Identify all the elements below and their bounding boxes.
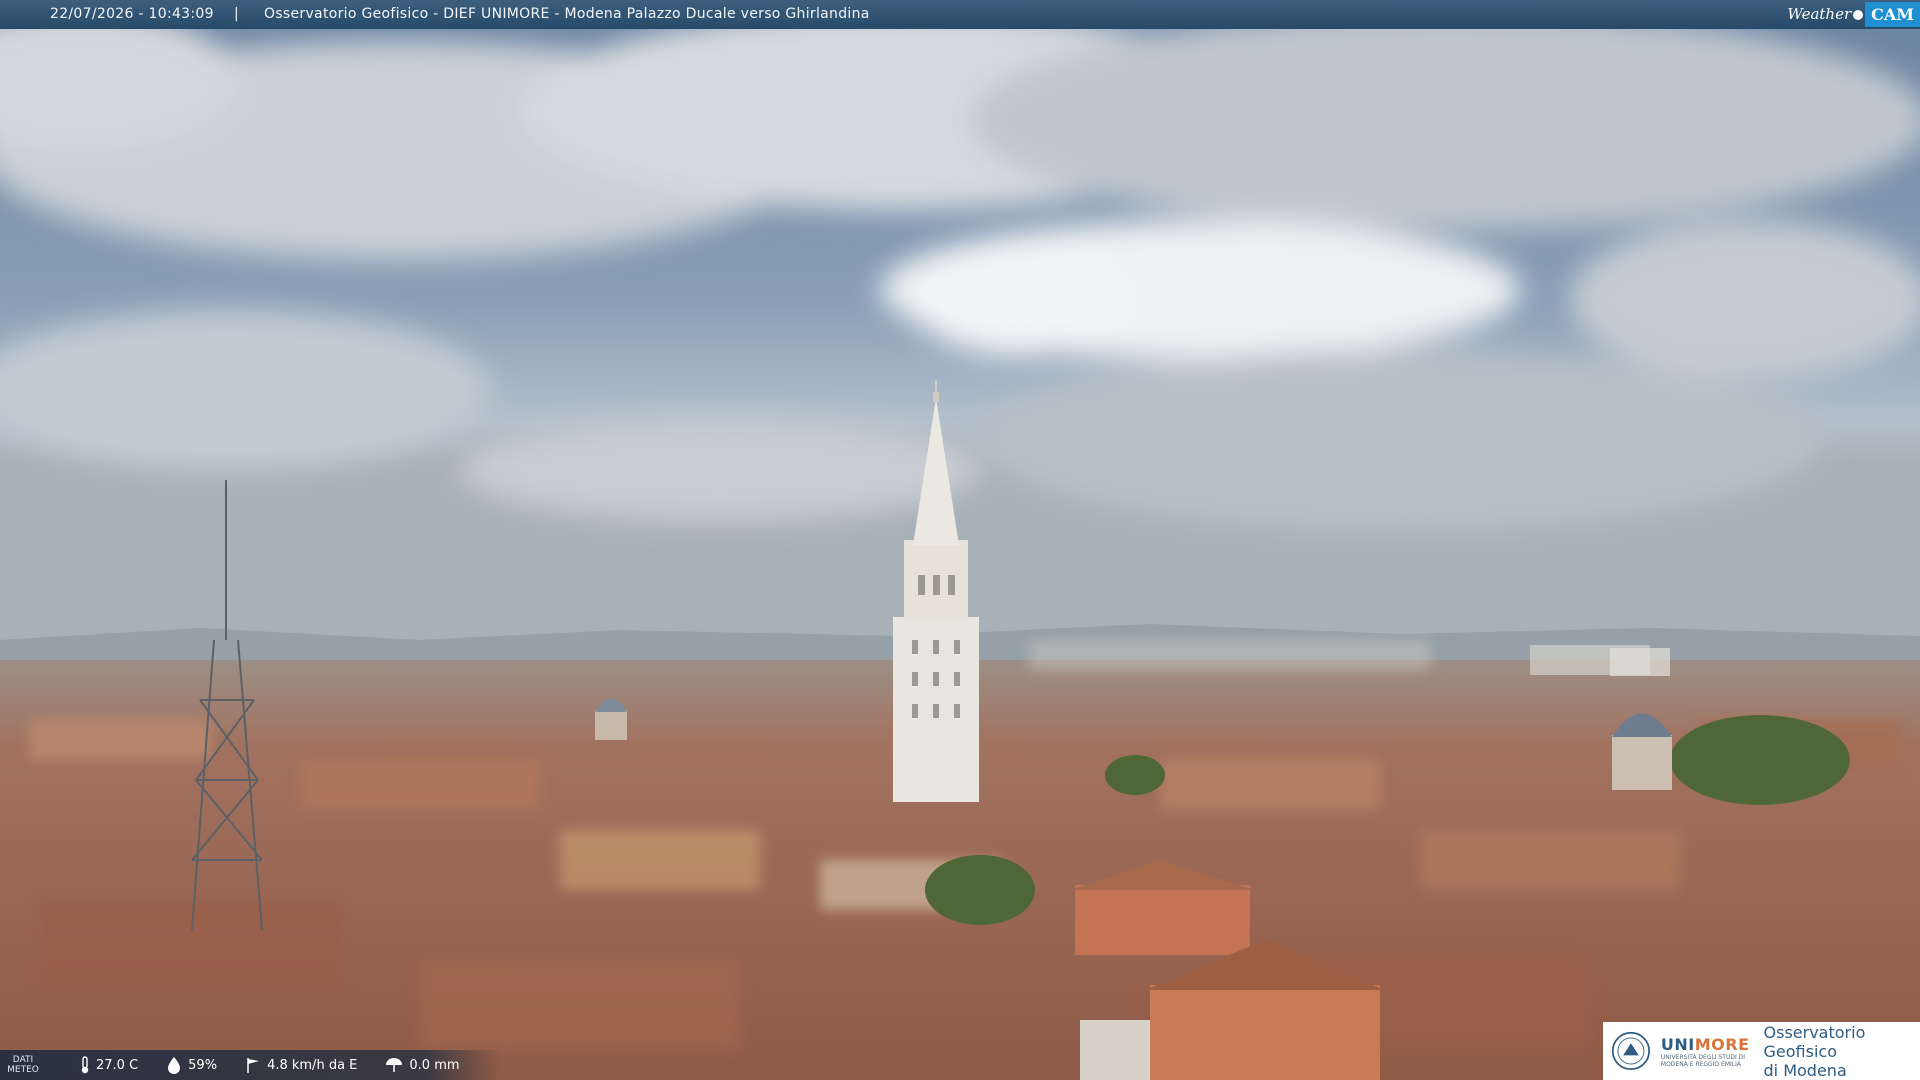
thermometer-icon: [81, 1056, 89, 1074]
wind-value: 4.8 km/h da E: [267, 1057, 358, 1073]
wind-icon: [247, 1058, 260, 1073]
webcam-scene: [0, 0, 1920, 1080]
uni-prefix: UNI: [1660, 1034, 1695, 1054]
top-info-bar: 22/07/2026 - 10:43:09 | Osservatorio Geo…: [0, 0, 1920, 29]
unimore-name: UNIMORE UNIVERSITÀ DEGLI STUDI DI MODENA…: [1661, 1035, 1750, 1068]
rain-icon: [386, 1058, 403, 1072]
rain-readout: 0.0 mm: [385, 1056, 460, 1074]
uni-suffix: MORE: [1694, 1034, 1750, 1054]
temperature-value: 27.0 C: [96, 1057, 139, 1073]
dati-meteo-label: DATI METEO: [7, 1055, 39, 1075]
timestamp: 22/07/2026 - 10:43:09: [50, 6, 214, 22]
separator: |: [234, 6, 239, 22]
humidity-icon: [168, 1057, 181, 1074]
brand-cam: CAM: [1865, 2, 1920, 27]
weathercam-logo: Weather CAM: [1787, 0, 1920, 29]
humidity-readout: 59%: [166, 1056, 217, 1074]
uni-subtitle-1: UNIVERSITÀ DEGLI STUDI DI: [1660, 1053, 1746, 1061]
rain-value: 0.0 mm: [409, 1057, 460, 1073]
camera-title: Osservatorio Geofisico - DIEF UNIMORE - …: [264, 6, 870, 22]
uni-subtitle-2: MODENA E REGGIO EMILIA: [1660, 1060, 1742, 1068]
wind-readout: 4.8 km/h da E: [245, 1056, 357, 1074]
temperature-readout: 27.0 C: [80, 1056, 138, 1074]
humidity-value: 59%: [188, 1057, 218, 1073]
weather-data-bar: DATI METEO 27.0 C 59% 4.8 km/h da E 0.0 …: [0, 1050, 500, 1080]
logo-dot-icon: [1853, 9, 1864, 20]
osservatorio-name: Osservatorio Geofisico di Modena: [1763, 1022, 1866, 1080]
unimore-logo-panel: UNIMORE UNIVERSITÀ DEGLI STUDI DI MODENA…: [1603, 1022, 1920, 1080]
foreground-building: [1080, 1020, 1150, 1080]
university-seal-icon: [1611, 1031, 1651, 1071]
brand-weather: Weather: [1787, 5, 1852, 23]
